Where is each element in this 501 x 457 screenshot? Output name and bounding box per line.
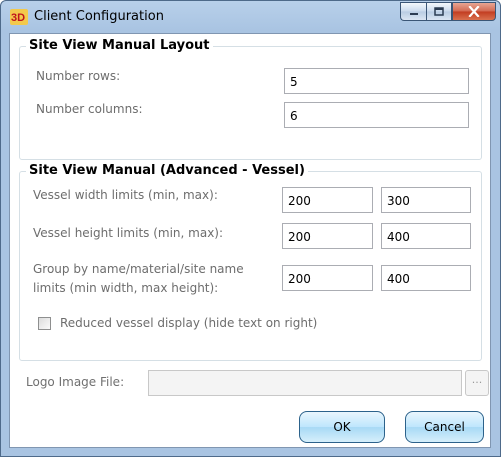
group-min-width-field[interactable]: 200 (282, 265, 373, 291)
number-rows-field[interactable]: 5 (284, 68, 469, 94)
dialog-body: Site View Manual Layout Number rows: 5 N… (9, 33, 491, 448)
number-rows-label: Number rows: (36, 69, 121, 83)
maximize-button[interactable] (426, 2, 452, 21)
group-by-label-line2: limits (min width, max height): (33, 281, 219, 295)
number-columns-label: Number columns: (36, 102, 143, 116)
browse-logo-button[interactable]: ... (465, 370, 489, 396)
vessel-width-min-field[interactable]: 200 (282, 187, 373, 213)
group-by-label-line1: Group by name/material/site name (33, 262, 244, 276)
vessel-height-min-field[interactable]: 200 (282, 223, 373, 249)
reduced-vessel-display-checkbox[interactable] (38, 317, 51, 330)
close-button[interactable] (452, 2, 496, 21)
logo-image-file-field[interactable] (148, 370, 462, 396)
group-title-vessel: Site View Manual (Advanced - Vessel) (26, 163, 308, 179)
cancel-button[interactable]: Cancel (405, 411, 484, 443)
minimize-button[interactable] (400, 2, 426, 21)
close-icon (468, 6, 480, 17)
client-configuration-window: 3D Client Configuration Site View Manual… (0, 0, 501, 457)
site-view-advanced-vessel-group: Site View Manual (Advanced - Vessel) Ves… (19, 163, 482, 361)
title-bar[interactable]: 3D Client Configuration (1, 1, 500, 33)
vessel-height-max-field[interactable]: 400 (381, 223, 471, 249)
vessel-width-label: Vessel width limits (min, max): (33, 188, 218, 202)
number-columns-field[interactable]: 6 (284, 102, 469, 128)
logo-image-file-label: Logo Image File: (26, 375, 125, 389)
vessel-width-max-field[interactable]: 300 (381, 187, 471, 213)
group-max-height-field[interactable]: 400 (381, 265, 471, 291)
vessel-height-label: Vessel height limits (min, max): (33, 226, 224, 240)
maximize-icon (434, 7, 444, 16)
3d-app-icon: 3D (10, 9, 28, 25)
window-controls (400, 2, 496, 22)
minimize-icon (409, 12, 418, 15)
window-title: Client Configuration (34, 9, 164, 24)
group-title-layout: Site View Manual Layout (26, 38, 213, 54)
ok-button[interactable]: OK (299, 411, 385, 443)
svg-text:3D: 3D (11, 12, 25, 24)
reduced-vessel-display-label: Reduced vessel display (hide text on rig… (60, 316, 318, 330)
site-view-manual-layout-group: Site View Manual Layout Number rows: 5 N… (19, 38, 482, 160)
